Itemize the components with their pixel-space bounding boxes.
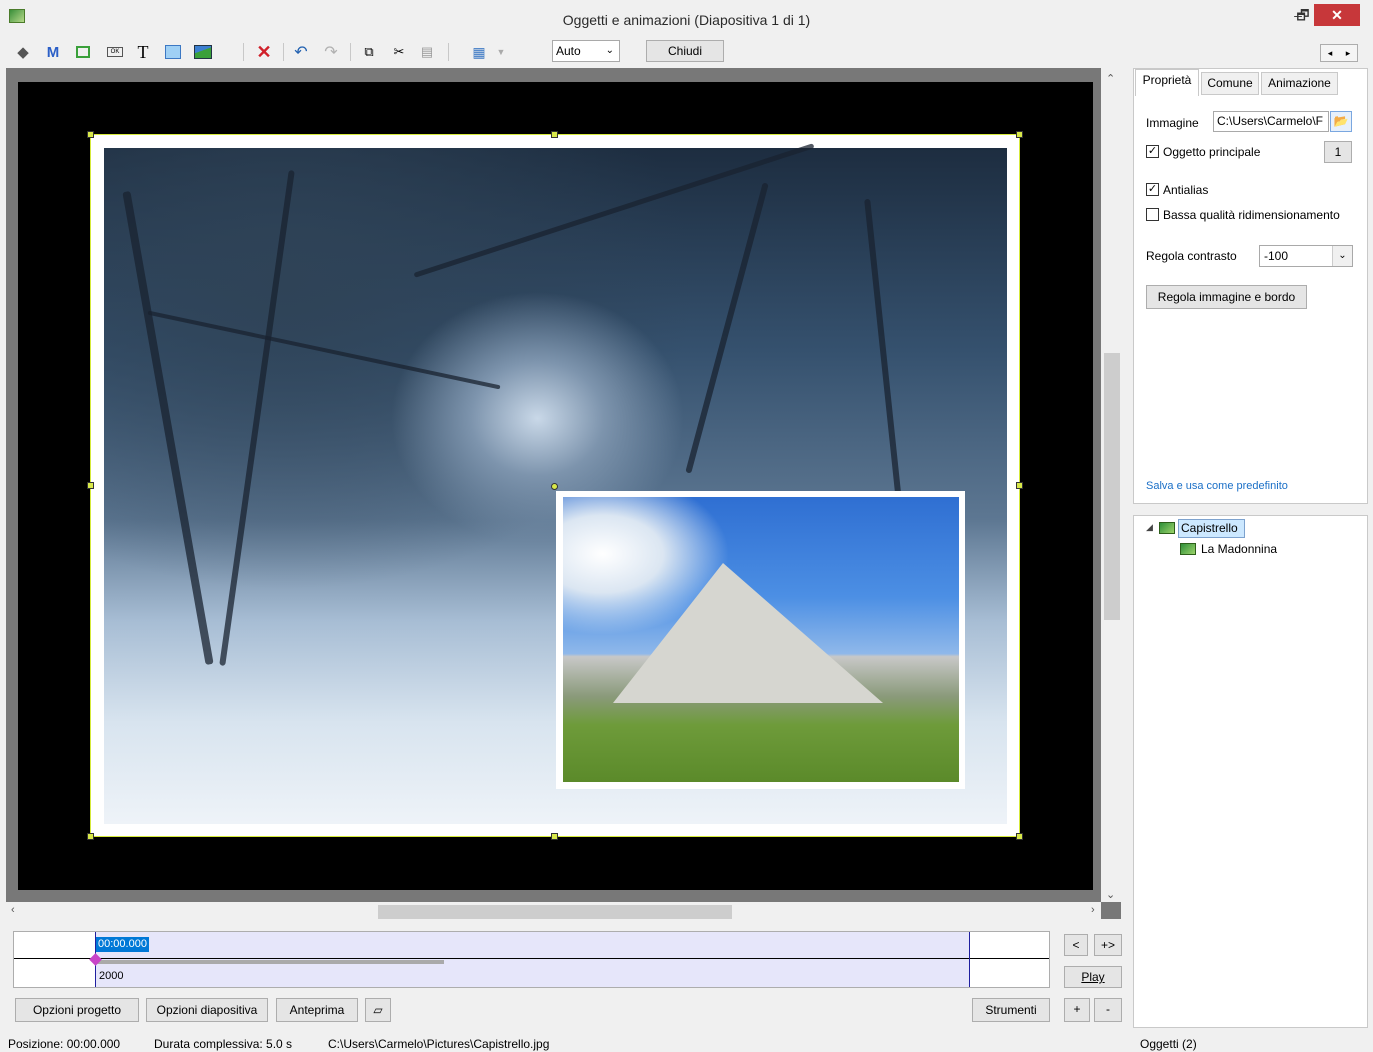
image-path-field[interactable]: C:\Users\Carmelo\F	[1213, 111, 1329, 132]
text-icon[interactable]: T	[132, 41, 154, 63]
timeline-end-line	[969, 932, 970, 987]
resize-handle-bl[interactable]	[87, 833, 94, 840]
image-icon[interactable]	[192, 41, 214, 63]
preview-window-icon[interactable]: ▱	[365, 998, 391, 1022]
antialias-checkbox[interactable]: ✓	[1146, 183, 1159, 196]
image-icon	[1159, 522, 1175, 534]
window-title: Oggetti e animazioni (Diapositiva 1 di 1…	[562, 12, 811, 28]
rotation-center-handle[interactable]	[551, 483, 558, 490]
timeline-divider	[14, 958, 1049, 959]
resize-handle-b[interactable]	[551, 833, 558, 840]
tab-common[interactable]: Comune	[1201, 72, 1259, 95]
restore-button[interactable]: 🗗	[1292, 4, 1314, 26]
cut-icon[interactable]: ✂	[388, 41, 410, 63]
copy-icon[interactable]: ⧉	[358, 41, 380, 63]
play-button[interactable]: Play	[1064, 966, 1122, 988]
toolbar: ◆ M OK T ✕ ↶ ↷ ⧉ ✂ ▤ ▦ ▼ Auto ⌄ Chiudi ◂ ▸	[0, 38, 1373, 66]
save-default-link[interactable]: Salva e usa come predefinito	[1146, 480, 1288, 492]
close-window-button[interactable]: ✕	[1314, 4, 1360, 26]
tools-button[interactable]: Strumenti	[972, 998, 1050, 1022]
tree-item-la-madonnina[interactable]: La Madonnina	[1201, 542, 1277, 556]
chevron-down-icon: ⌄	[605, 45, 614, 56]
zoom-value: Auto	[556, 44, 581, 58]
slide-options-button[interactable]: Opzioni diapositiva	[146, 998, 268, 1022]
redo-icon[interactable]: ↷	[320, 41, 342, 63]
arrow-right-icon[interactable]: ▸	[1339, 45, 1357, 61]
resize-handle-tr[interactable]	[1016, 131, 1023, 138]
adjust-image-border-button[interactable]: Regola immagine e bordo	[1146, 285, 1307, 309]
button-icon[interactable]: OK	[104, 41, 126, 63]
resize-handle-l[interactable]	[87, 482, 94, 489]
image-label: Immagine	[1146, 116, 1199, 130]
low-quality-label: Bassa qualità ridimensionamento	[1163, 208, 1340, 222]
frame-icon[interactable]	[72, 41, 94, 63]
timeline-value: 2000	[99, 970, 124, 982]
antialias-label: Antialias	[1163, 183, 1209, 197]
status-duration: Durata complessiva: 5.0 s	[154, 1037, 293, 1051]
resize-handle-r[interactable]	[1016, 482, 1023, 489]
resize-handle-t[interactable]	[551, 131, 558, 138]
chevron-down-icon: ⌄	[1332, 246, 1352, 266]
zoom-out-button[interactable]: -	[1094, 998, 1122, 1022]
panel-nav[interactable]: ◂ ▸	[1320, 44, 1358, 62]
folder-open-icon[interactable]: 📂	[1330, 111, 1352, 132]
low-quality-checkbox[interactable]	[1146, 208, 1159, 221]
grid-icon[interactable]: ▦	[468, 41, 490, 63]
add-keyframe-button[interactable]: +>	[1094, 934, 1122, 956]
preview-button[interactable]: Anteprima	[276, 998, 358, 1022]
main-object-checkbox[interactable]: ✓	[1146, 145, 1159, 158]
scroll-down-icon[interactable]: ⌄	[1106, 888, 1115, 901]
contrast-value: -100	[1264, 249, 1289, 263]
scroll-right-icon[interactable]: ›	[1091, 904, 1095, 916]
object-tree	[1133, 515, 1368, 1028]
main-object-number-button[interactable]: 1	[1324, 141, 1352, 163]
scroll-left-icon[interactable]: ‹	[11, 904, 15, 916]
resize-handle-tl[interactable]	[87, 131, 94, 138]
main-object-label: Oggetto principale	[1163, 145, 1261, 159]
tree-expand-icon[interactable]: ◢	[1146, 522, 1153, 533]
contrast-select[interactable]: -100 ⌄	[1259, 245, 1353, 267]
contrast-label: Regola contrasto	[1146, 249, 1237, 263]
status-objects: Oggetti (2)	[1140, 1037, 1197, 1051]
project-options-button[interactable]: Opzioni progetto	[15, 998, 139, 1022]
status-path: C:\Users\Carmelo\Pictures\Capistrello.jp…	[328, 1037, 550, 1051]
close-button[interactable]: Chiudi	[646, 40, 724, 62]
timeline-progress	[96, 960, 444, 964]
resize-handle-br[interactable]	[1016, 833, 1023, 840]
arrow-left-icon[interactable]: ◂	[1321, 45, 1339, 61]
paste-icon[interactable]: ▤	[416, 41, 438, 63]
scroll-up-icon[interactable]: ⌃	[1106, 72, 1115, 85]
zoom-in-button[interactable]: +	[1064, 998, 1090, 1022]
child-image[interactable]	[563, 497, 959, 782]
tree-item-capistrello[interactable]: Capistrello	[1181, 521, 1238, 535]
delete-icon[interactable]: ✕	[253, 41, 275, 63]
horizontal-scroll-thumb[interactable]	[378, 905, 732, 919]
camera-icon[interactable]: ◆	[12, 41, 34, 63]
vertical-scroll-thumb[interactable]	[1104, 353, 1120, 620]
prev-keyframe-button[interactable]: <	[1064, 934, 1088, 956]
undo-icon[interactable]: ↶	[290, 41, 312, 63]
image-icon	[1180, 543, 1196, 555]
status-position: Posizione: 00:00.000	[8, 1037, 121, 1051]
timeline-time: 00:00.000	[96, 937, 149, 952]
zoom-select[interactable]: Auto ⌄	[552, 40, 620, 62]
grid-dropdown-icon[interactable]: ▼	[490, 41, 512, 63]
rectangle-icon[interactable]	[162, 41, 184, 63]
tab-animation[interactable]: Animazione	[1261, 72, 1338, 95]
tab-properties[interactable]: Proprietà	[1135, 69, 1199, 96]
mask-icon[interactable]: M	[42, 41, 64, 63]
